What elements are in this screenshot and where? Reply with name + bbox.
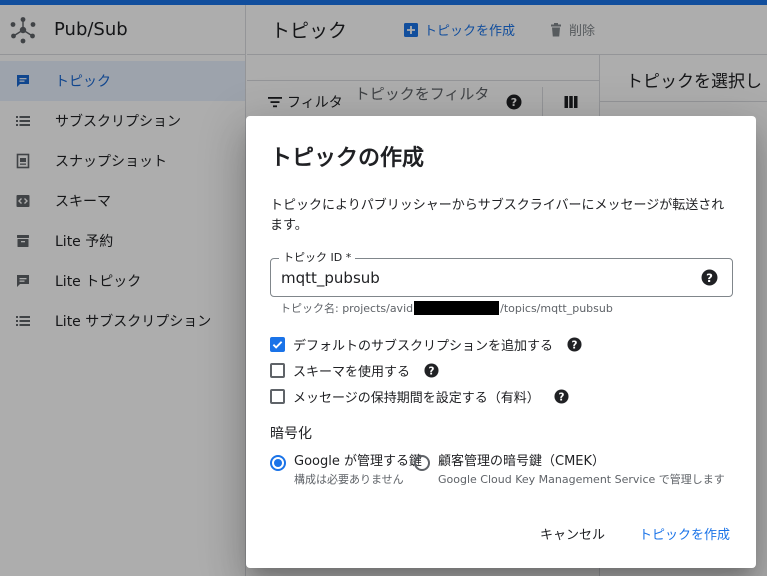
svg-text:?: ? — [429, 365, 435, 377]
create-topic-submit-button[interactable]: トピックを作成 — [639, 524, 730, 543]
topic-id-field[interactable]: トピック ID * ? — [270, 251, 733, 297]
google-managed-key-option[interactable]: Google が管理する鍵 構成は必要ありません — [270, 453, 422, 489]
hint-prefix: トピック名: projects/avid — [280, 302, 414, 315]
create-topic-dialog: トピックの作成 トピックによりパブリッシャーからサブスクライバーにメッセージが転… — [246, 116, 756, 568]
radio[interactable] — [414, 455, 430, 471]
checkbox[interactable] — [270, 389, 285, 404]
topic-id-label: トピック ID * — [279, 251, 356, 265]
help-icon[interactable]: ? — [567, 337, 582, 352]
option-description: 構成は必要ありません — [294, 473, 404, 486]
cancel-button[interactable]: キャンセル — [540, 524, 605, 543]
use-schema-option[interactable]: スキーマを使用する ? — [270, 361, 439, 380]
cmek-option[interactable]: 顧客管理の暗号鍵（CMEK） Google Cloud Key Manageme… — [414, 453, 725, 489]
redacted-block — [414, 301, 500, 315]
dialog-description: トピックによりパブリッシャーからサブスクライバーにメッセージが転送されます。 — [270, 198, 725, 233]
svg-text:?: ? — [706, 271, 713, 285]
option-label: デフォルトのサブスクリプションを追加する — [293, 339, 554, 354]
dialog-title: トピックの作成 — [270, 146, 425, 171]
help-icon[interactable]: ? — [701, 269, 718, 286]
hint-suffix: /topics/mqtt_pubsub — [500, 301, 613, 315]
check-icon — [272, 341, 283, 349]
encryption-title: 暗号化 — [270, 426, 312, 442]
option-label: 顧客管理の暗号鍵（CMEK） — [438, 454, 606, 469]
svg-text:?: ? — [572, 339, 578, 351]
retention-option[interactable]: メッセージの保持期間を設定する（有料） ? — [270, 387, 569, 406]
checkbox-checked[interactable] — [270, 337, 285, 352]
option-description: Google Cloud Key Management Service で管理し… — [438, 473, 725, 486]
radio-selected[interactable] — [270, 455, 286, 471]
help-icon[interactable]: ? — [554, 389, 569, 404]
default-subscription-option[interactable]: デフォルトのサブスクリプションを追加する ? — [270, 335, 582, 354]
svg-text:?: ? — [558, 391, 564, 403]
topic-name-hint: トピック名: projects/avid /topics/mqtt_pubsub — [280, 300, 613, 316]
topic-id-input[interactable] — [281, 267, 681, 289]
checkbox[interactable] — [270, 363, 285, 378]
option-label: スキーマを使用する — [293, 365, 411, 380]
help-icon[interactable]: ? — [424, 363, 439, 378]
option-label: Google が管理する鍵 — [294, 454, 422, 469]
option-label: メッセージの保持期間を設定する（有料） — [293, 391, 540, 406]
